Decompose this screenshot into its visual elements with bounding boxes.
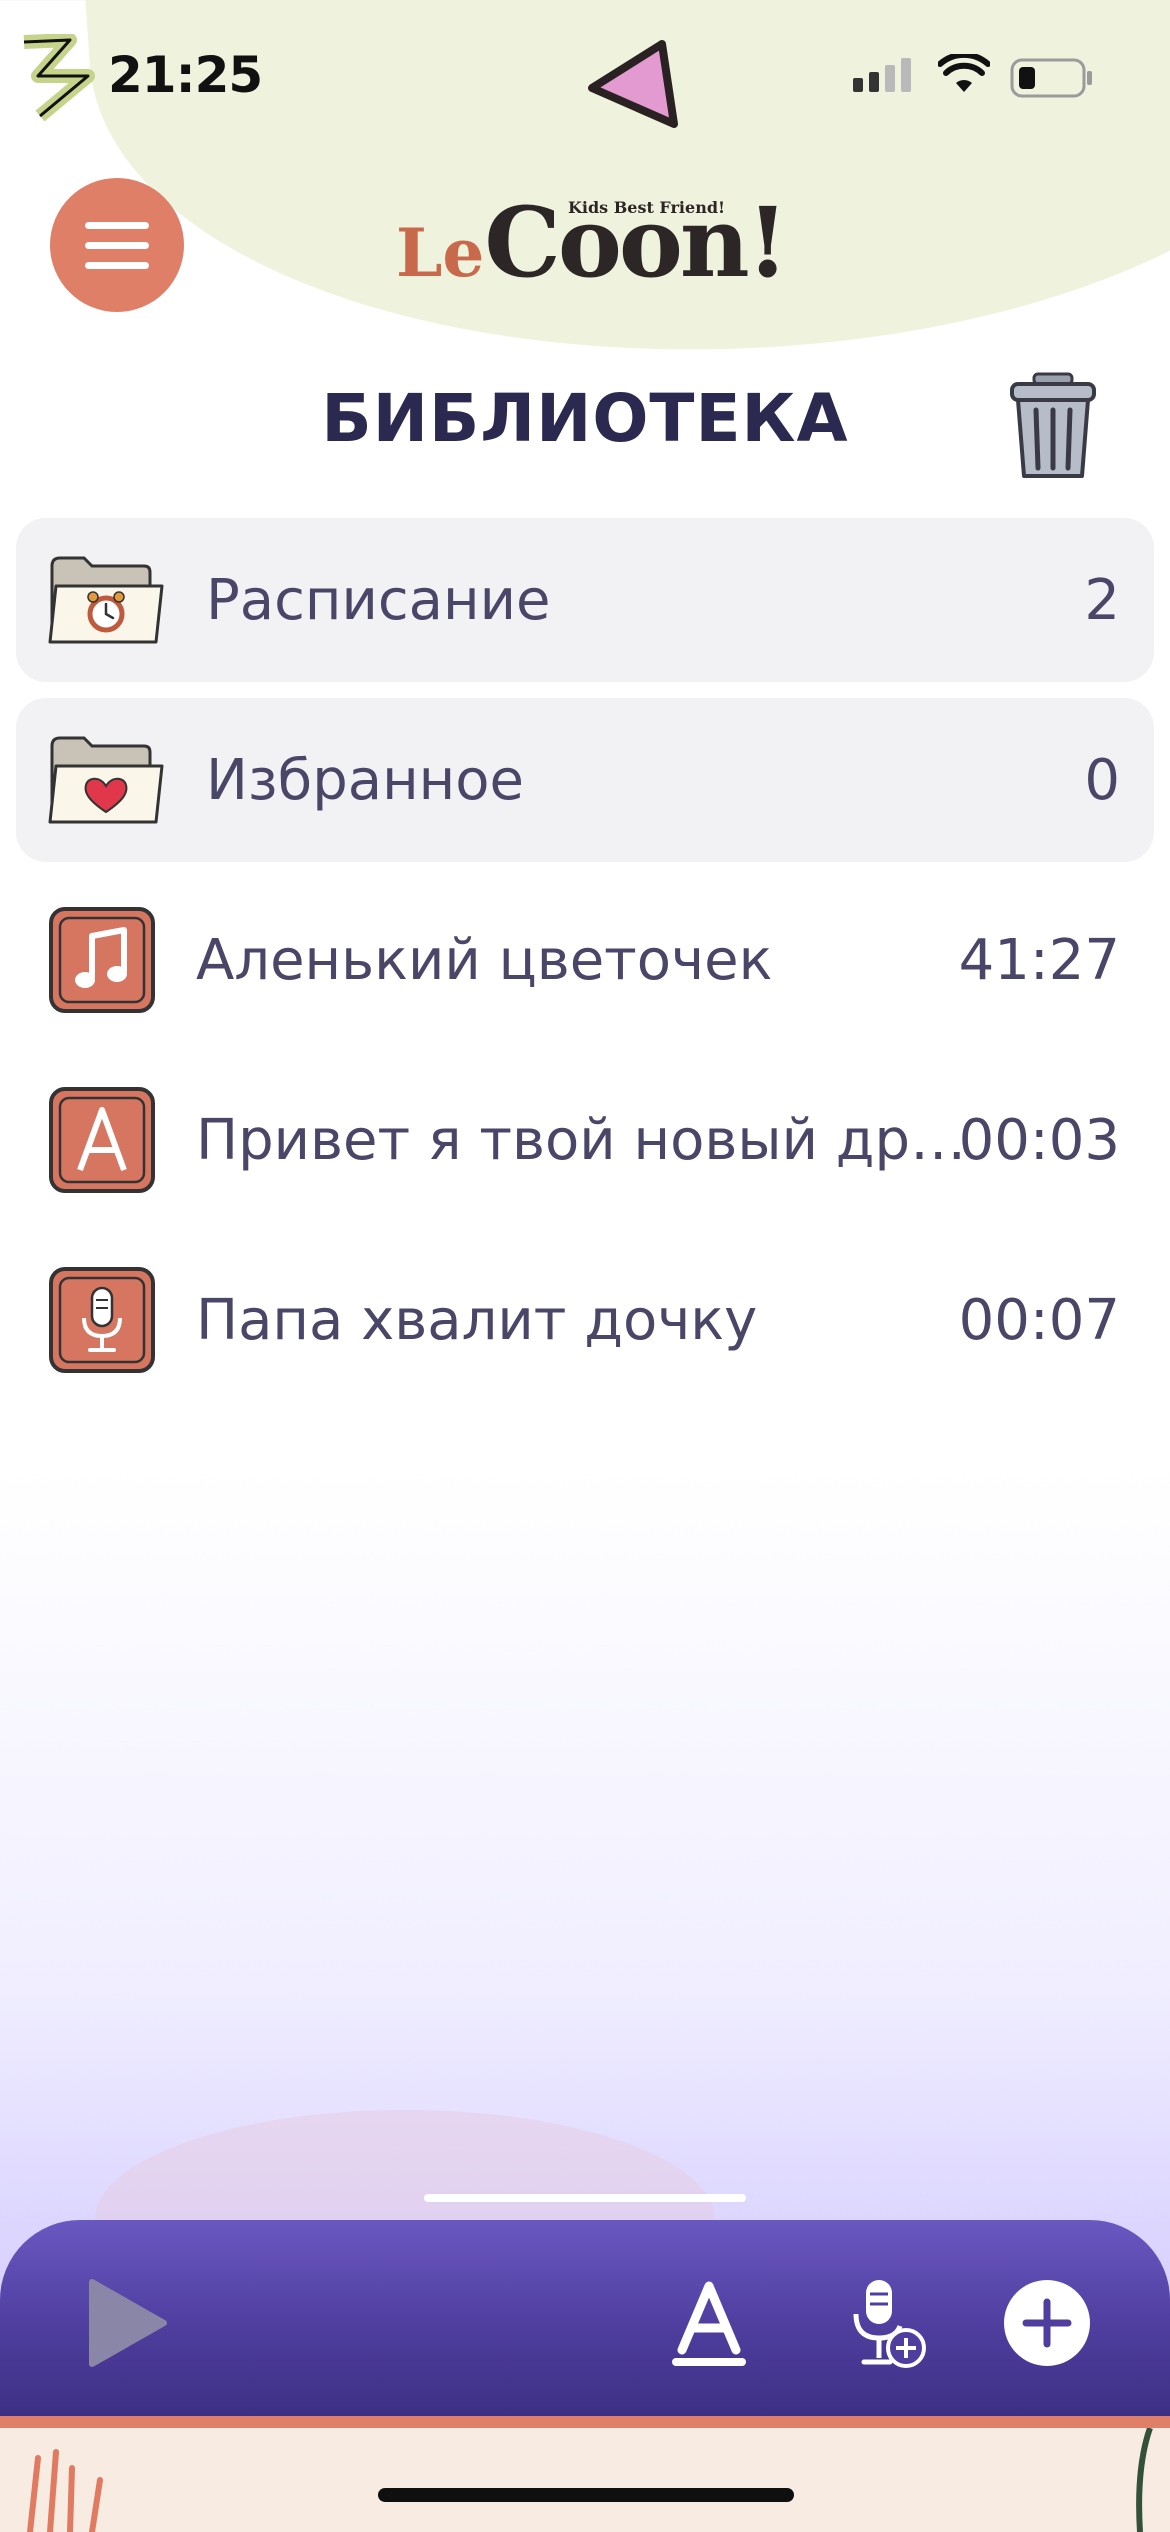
folder-label: Избранное	[206, 747, 525, 813]
triangle-decoration-icon	[588, 40, 678, 128]
plus-icon	[1022, 2298, 1072, 2348]
folder-row-favorites[interactable]: Избранное 0	[16, 698, 1154, 862]
add-recording-button[interactable]	[848, 2276, 928, 2372]
play-button[interactable]	[84, 2278, 168, 2368]
text-letter-icon	[49, 1087, 155, 1193]
grass-decoration-icon	[27, 2428, 1153, 2532]
menu-button[interactable]	[50, 178, 184, 312]
bottom-decoration	[0, 2428, 1170, 2532]
folder-count: 0	[1084, 747, 1120, 813]
item-title: Привет я твой новый дру…	[196, 1107, 986, 1173]
music-note-icon	[49, 907, 155, 1013]
folder-row-schedule[interactable]: Расписание 2	[16, 518, 1154, 682]
status-bar: 21:25	[0, 0, 1170, 150]
item-title: Аленький цветочек	[196, 927, 773, 993]
library-list: Расписание 2 Избранное 0 Аленький цветоч…	[16, 518, 1154, 1418]
hamburger-icon-line	[85, 261, 149, 269]
battery-icon	[1010, 58, 1092, 98]
alarm-clock-folder-icon	[48, 556, 164, 644]
hamburger-icon-line	[85, 221, 149, 229]
bottom-toolbar	[0, 2220, 1170, 2416]
status-time: 21:25	[108, 46, 263, 104]
home-indicator[interactable]	[378, 2488, 794, 2502]
item-duration: 00:03	[958, 1107, 1120, 1173]
item-title: Папа хвалит дочку	[196, 1287, 758, 1353]
microphone-icon	[49, 1267, 155, 1373]
logo-prefix: Le	[396, 214, 485, 292]
logo-main-text: Coon!	[484, 186, 788, 299]
add-text-button[interactable]	[672, 2280, 746, 2368]
app-badge-icon	[23, 34, 95, 122]
sheet-handle[interactable]	[424, 2194, 746, 2202]
hamburger-icon-line	[85, 241, 149, 249]
folder-label: Расписание	[206, 567, 551, 633]
app-logo: Kids Best Friend! LeCoon!	[396, 186, 789, 299]
item-duration: 00:07	[958, 1287, 1120, 1353]
cellular-signal-icon	[853, 58, 911, 92]
folder-count: 2	[1084, 567, 1120, 633]
library-item-row[interactable]: Привет я твой новый дру… 00:03	[16, 1058, 1154, 1222]
heart-folder-icon	[48, 736, 164, 824]
library-item-row[interactable]: Папа хвалит дочку 00:07	[16, 1238, 1154, 1402]
item-duration: 41:27	[958, 927, 1120, 993]
trash-button[interactable]	[1008, 372, 1098, 482]
add-button[interactable]	[1004, 2280, 1090, 2366]
bottom-accent-stripe	[0, 2416, 1170, 2428]
page-title: БИБЛИОТЕКА	[321, 380, 849, 457]
library-item-row[interactable]: Аленький цветочек 41:27	[16, 878, 1154, 1042]
wifi-icon	[938, 54, 990, 92]
